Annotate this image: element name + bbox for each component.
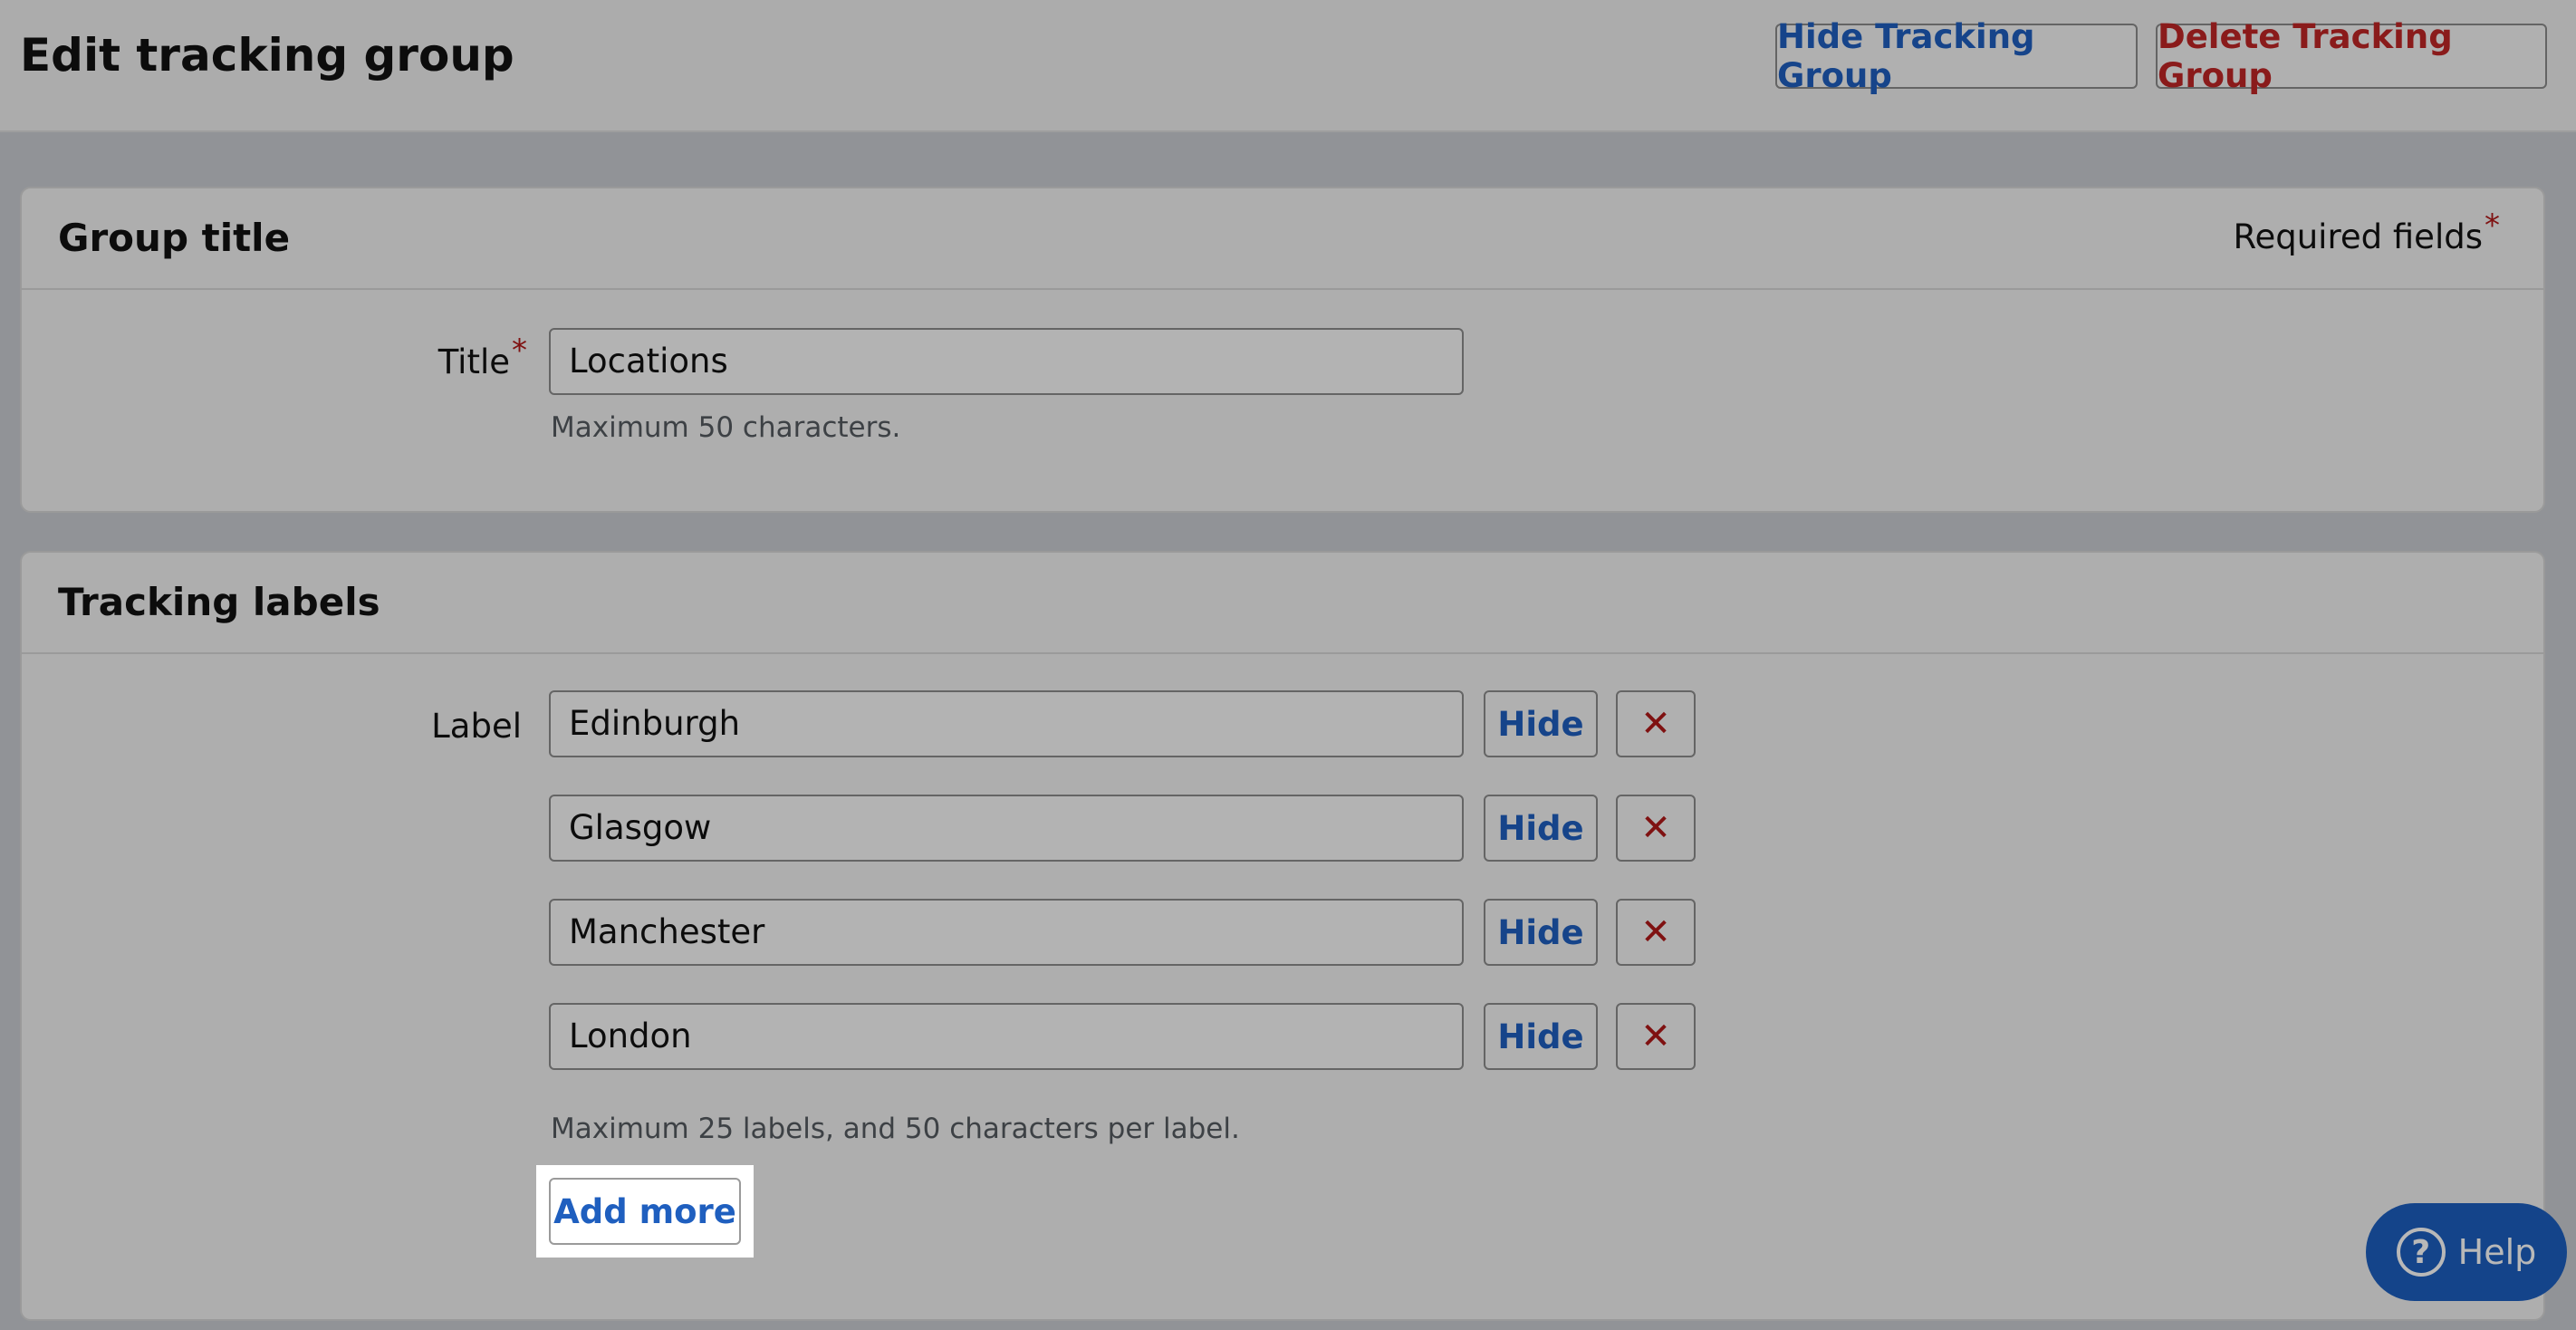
remove-label-icon[interactable]: ✕ [1616, 899, 1696, 966]
hide-label-button[interactable]: Hide [1484, 795, 1598, 862]
page-header: Edit tracking group Hide Tracking Group … [0, 0, 2576, 132]
remove-label-icon[interactable]: ✕ [1616, 795, 1696, 862]
hide-label-button[interactable]: Hide [1484, 690, 1598, 757]
page-title: Edit tracking group [20, 29, 514, 82]
label-input-london[interactable]: London [549, 1003, 1464, 1070]
labels-hint: Maximum 25 labels, and 50 characters per… [551, 1113, 1240, 1145]
group-title-card: Group title Required fields* Title* Loca… [20, 187, 2545, 513]
tracking-labels-card: Tracking labels Label Edinburgh Hide ✕ G… [20, 551, 2545, 1321]
title-label-text: Title [437, 342, 510, 381]
label-input-glasgow[interactable]: Glasgow [549, 795, 1464, 862]
question-circle-icon: ? [2396, 1228, 2446, 1277]
tracking-labels-heading: Tracking labels [58, 580, 380, 624]
required-fields-text: Required fields [2233, 217, 2483, 256]
add-more-button[interactable]: Add more [549, 1178, 741, 1245]
add-more-highlight: Add more [536, 1165, 754, 1258]
required-star: * [2485, 207, 2500, 244]
title-field-label: Title* [22, 332, 527, 381]
title-required-star: * [512, 332, 527, 369]
tracking-labels-card-header: Tracking labels [22, 553, 2543, 654]
hide-label-button[interactable]: Hide [1484, 899, 1598, 966]
help-label: Help [2457, 1232, 2537, 1272]
help-button[interactable]: ? Help [2366, 1203, 2567, 1301]
hide-tracking-group-button[interactable]: Hide Tracking Group [1775, 17, 2138, 95]
title-hint: Maximum 50 characters. [551, 411, 901, 444]
remove-label-icon[interactable]: ✕ [1616, 1003, 1696, 1070]
label-field-label: Label [431, 707, 522, 746]
hide-label-button[interactable]: Hide [1484, 1003, 1598, 1070]
group-title-card-header: Group title Required fields* [22, 188, 2543, 290]
remove-label-icon[interactable]: ✕ [1616, 690, 1696, 757]
delete-tracking-group-button[interactable]: Delete Tracking Group [2156, 17, 2547, 95]
required-fields-note: Required fields* [2233, 207, 2500, 256]
label-input-edinburgh[interactable]: Edinburgh [549, 690, 1464, 757]
title-input[interactable]: Locations [549, 328, 1464, 395]
label-input-manchester[interactable]: Manchester [549, 899, 1464, 966]
group-title-heading: Group title [58, 216, 291, 260]
